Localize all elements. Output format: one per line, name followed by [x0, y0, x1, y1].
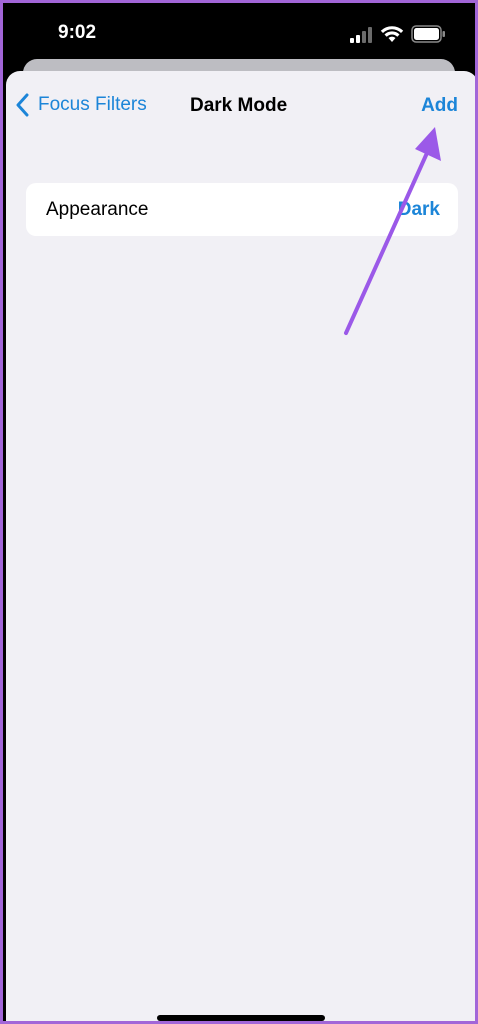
page-title: Dark Mode [190, 95, 288, 116]
home-indicator[interactable] [157, 1015, 325, 1021]
back-button[interactable]: Focus Filters [16, 93, 147, 117]
wifi-icon [380, 26, 404, 42]
settings-group: Appearance Dark [26, 183, 458, 236]
appearance-value[interactable]: Dark [398, 199, 440, 221]
appearance-label: Appearance [46, 199, 149, 220]
phone-screen: 9:02 Focus Filters Dark Mode Add Appeara… [0, 0, 478, 1024]
add-button[interactable]: Add [421, 95, 458, 117]
cellular-signal-icon [350, 27, 372, 43]
chevron-left-icon [16, 93, 29, 117]
battery-icon [411, 25, 445, 43]
modal-sheet: Focus Filters Dark Mode Add Appearance D… [6, 71, 475, 1021]
appearance-row[interactable]: Appearance Dark [26, 183, 458, 236]
navigation-bar: Focus Filters Dark Mode Add [6, 71, 475, 141]
status-bar: 9:02 [3, 3, 475, 63]
status-time: 9:02 [58, 22, 97, 43]
back-button-label: Focus Filters [38, 94, 147, 115]
